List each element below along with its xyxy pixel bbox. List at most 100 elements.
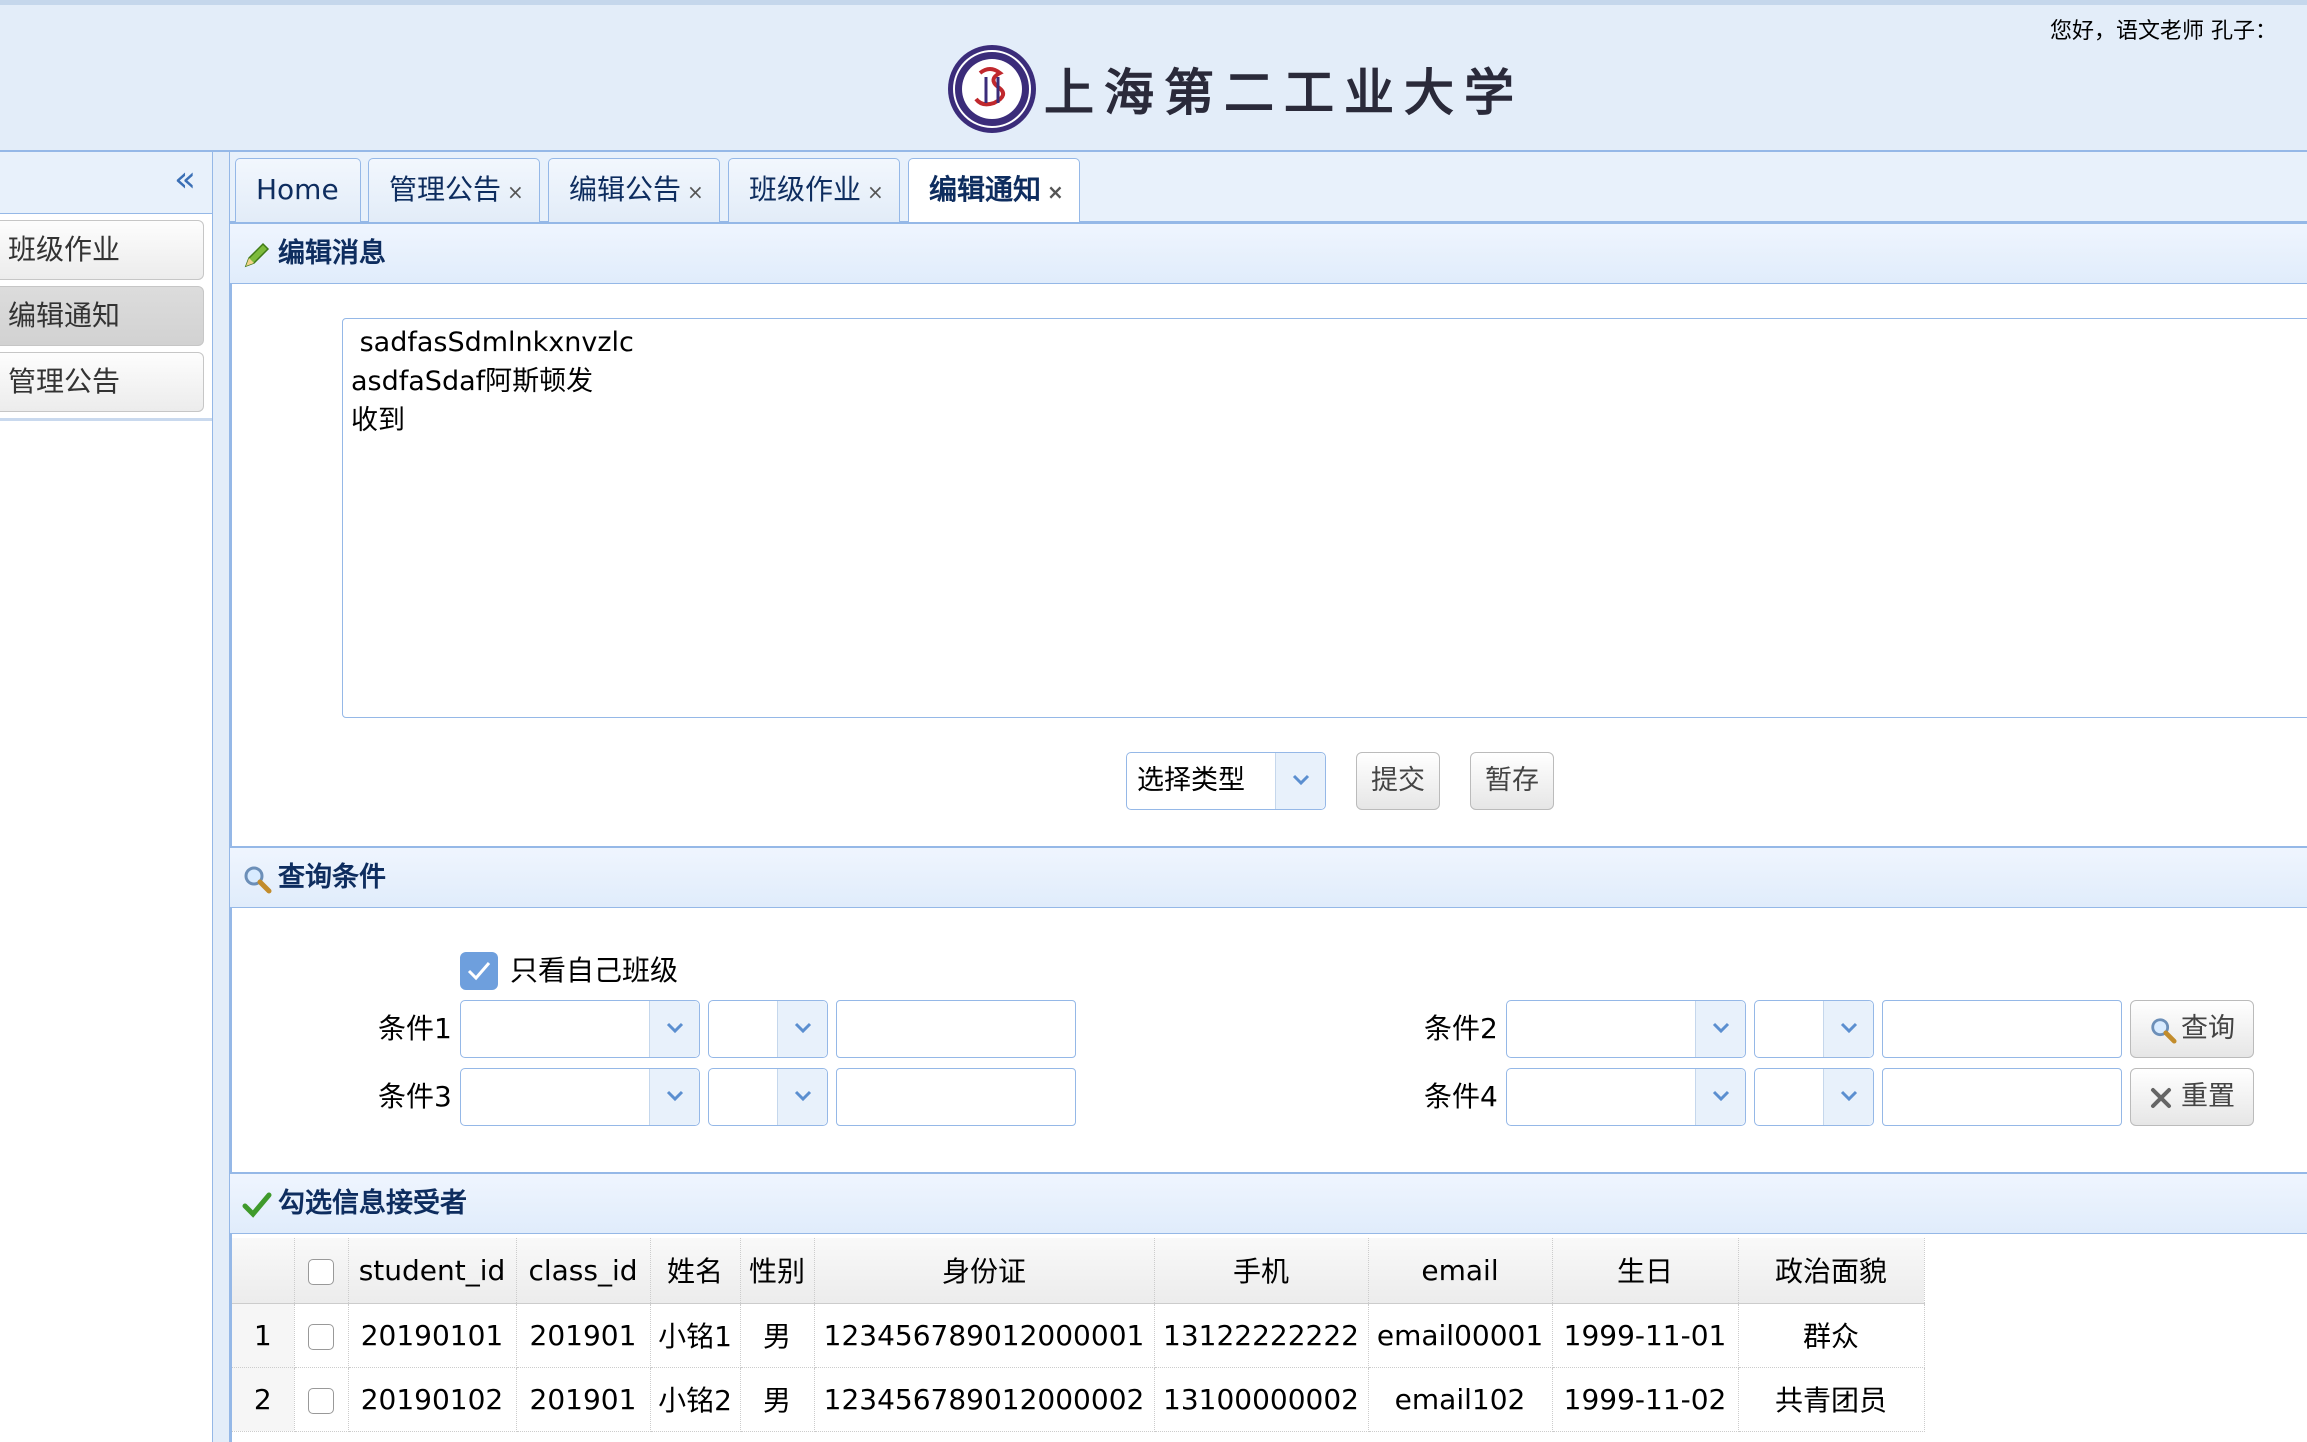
tab-home[interactable]: Home bbox=[235, 158, 361, 222]
pencil-icon bbox=[244, 242, 270, 267]
close-icon[interactable]: × bbox=[867, 180, 884, 204]
select-all-checkbox[interactable] bbox=[308, 1258, 334, 1285]
column-header[interactable]: email bbox=[1368, 1238, 1553, 1304]
close-icon[interactable]: × bbox=[687, 180, 704, 204]
row-checkbox[interactable] bbox=[308, 1323, 334, 1350]
dropdown-arrow[interactable] bbox=[777, 1069, 827, 1125]
dropdown-arrow[interactable] bbox=[1823, 1001, 1873, 1057]
condition-2-label: 条件2 bbox=[1424, 1012, 1498, 1045]
cell-name: 小铭2 bbox=[650, 1367, 741, 1432]
chevron-down-icon bbox=[666, 1090, 684, 1102]
select-all-header bbox=[294, 1238, 349, 1304]
user-greeting: 您好，语文老师 孔子： bbox=[2050, 19, 2277, 44]
chevron-down-icon bbox=[1840, 1022, 1858, 1034]
condition-3-field-select[interactable] bbox=[460, 1068, 700, 1126]
magnifier-icon bbox=[244, 866, 272, 893]
button-label: 重置 bbox=[2181, 1081, 2235, 1112]
condition-1-value-input[interactable] bbox=[836, 1000, 1076, 1058]
dropdown-arrow[interactable] bbox=[1695, 1001, 1745, 1057]
column-header[interactable]: 身份证 bbox=[814, 1238, 1155, 1304]
column-header[interactable]: 手机 bbox=[1154, 1238, 1369, 1304]
tab-manage-announcements[interactable]: 管理公告 × bbox=[368, 158, 540, 222]
cell-birthday: 1999-11-02 bbox=[1552, 1367, 1739, 1432]
close-icon[interactable]: × bbox=[507, 180, 524, 204]
sidebar-header: « bbox=[0, 152, 212, 214]
tab-label: 编辑通知 bbox=[929, 173, 1042, 206]
row-checkbox[interactable] bbox=[308, 1387, 334, 1414]
dropdown-arrow[interactable] bbox=[1695, 1069, 1745, 1125]
select-value: 选择类型 bbox=[1137, 765, 1245, 796]
condition-2-field-select[interactable] bbox=[1506, 1000, 1746, 1058]
cell-birthday: 1999-11-01 bbox=[1552, 1303, 1739, 1368]
sidebar-item-edit-notice[interactable]: 编辑通知 bbox=[0, 286, 204, 346]
column-header[interactable]: class_id bbox=[516, 1238, 651, 1304]
cell-class-id: 201901 bbox=[516, 1303, 651, 1368]
button-label: 查询 bbox=[2181, 1013, 2235, 1044]
condition-1-field-select[interactable] bbox=[460, 1000, 700, 1058]
tab-bar: Home 管理公告 × 编辑公告 × 班级作业 × 编辑通知 × bbox=[230, 152, 2307, 223]
tab-edit-notice[interactable]: 编辑通知 × bbox=[908, 158, 1080, 223]
recipients-table: student_id class_id 姓名 性别 身份证 手机 email 生… bbox=[232, 1238, 1925, 1432]
condition-3-operator-select[interactable] bbox=[708, 1068, 828, 1126]
dropdown-arrow[interactable] bbox=[777, 1001, 827, 1057]
query-panel-header: 查询条件 bbox=[230, 846, 2307, 908]
dropdown-arrow[interactable] bbox=[1823, 1069, 1873, 1125]
column-header[interactable]: 政治面貌 bbox=[1738, 1238, 1925, 1304]
own-class-only-label: 只看自己班级 bbox=[510, 954, 679, 987]
cell-gender: 男 bbox=[740, 1303, 815, 1368]
recipients-panel-header: 勾选信息接受者 bbox=[230, 1172, 2307, 1234]
message-type-select[interactable]: 选择类型 bbox=[1126, 752, 1326, 810]
condition-2-operator-select[interactable] bbox=[1754, 1000, 1874, 1058]
submit-button[interactable]: 提交 bbox=[1356, 752, 1440, 810]
column-header[interactable]: 姓名 bbox=[650, 1238, 741, 1304]
cell-student-id: 20190102 bbox=[348, 1367, 517, 1432]
condition-1-operator-select[interactable] bbox=[708, 1000, 828, 1058]
chevron-down-icon bbox=[1840, 1090, 1858, 1102]
cell-student-id: 20190101 bbox=[348, 1303, 517, 1368]
message-editor[interactable]: sadfasSdmlnkxnvzlc asdfaSdaf阿斯顿发 收到 bbox=[342, 318, 2307, 718]
condition-4-field-select[interactable] bbox=[1506, 1068, 1746, 1126]
condition-4-operator-select[interactable] bbox=[1754, 1068, 1874, 1126]
cell-class-id: 201901 bbox=[516, 1367, 651, 1432]
column-header[interactable]: 性别 bbox=[740, 1238, 815, 1304]
reset-button[interactable]: 重置 bbox=[2130, 1068, 2254, 1126]
column-header[interactable]: 生日 bbox=[1552, 1238, 1739, 1304]
tab-label: 管理公告 bbox=[389, 173, 502, 206]
university-logo: 上海第二工业大学 bbox=[946, 43, 1524, 135]
condition-3-label: 条件3 bbox=[378, 1080, 452, 1113]
edit-message-panel-header: 编辑消息 bbox=[230, 222, 2307, 284]
app-header: 您好，语文老师 孔子： 上海第二工业大学 bbox=[0, 0, 2307, 152]
condition-3-value-input[interactable] bbox=[836, 1068, 1076, 1126]
condition-1-label: 条件1 bbox=[378, 1012, 452, 1045]
condition-4-value-input[interactable] bbox=[1882, 1068, 2122, 1126]
table-row[interactable]: 2 20190102 201901 小铭2 男 1234567890120000… bbox=[232, 1367, 1925, 1432]
cell-gender: 男 bbox=[740, 1367, 815, 1432]
tab-class-homework[interactable]: 班级作业 × bbox=[728, 158, 900, 222]
panel-title: 勾选信息接受者 bbox=[278, 1188, 467, 1219]
tab-label: Home bbox=[256, 173, 339, 206]
cell-id-card: 123456789012000001 bbox=[814, 1303, 1155, 1368]
own-class-only-checkbox[interactable] bbox=[460, 952, 498, 990]
table-row[interactable]: 1 20190101 201901 小铭1 男 1234567890120000… bbox=[232, 1303, 1925, 1368]
condition-4-label: 条件4 bbox=[1424, 1080, 1498, 1113]
dropdown-arrow[interactable] bbox=[649, 1069, 699, 1125]
sidebar-item-manage-announcements[interactable]: 管理公告 bbox=[0, 352, 204, 412]
university-name: 上海第二工业大学 bbox=[1044, 63, 1524, 122]
sidebar-splitter[interactable] bbox=[213, 152, 230, 1442]
chevron-down-icon bbox=[1292, 774, 1310, 786]
column-header[interactable]: student_id bbox=[348, 1238, 517, 1304]
close-icon[interactable]: × bbox=[1047, 180, 1064, 204]
cell-political-status: 群众 bbox=[1738, 1303, 1925, 1368]
tab-edit-announcement[interactable]: 编辑公告 × bbox=[548, 158, 720, 222]
search-button[interactable]: 查询 bbox=[2130, 1000, 2254, 1058]
row-number: 2 bbox=[232, 1367, 295, 1432]
collapse-double-chevron-icon[interactable]: « bbox=[174, 162, 196, 198]
dropdown-arrow[interactable] bbox=[1275, 753, 1325, 809]
save-draft-button[interactable]: 暂存 bbox=[1470, 752, 1554, 810]
sidebar-item-class-homework[interactable]: 班级作业 bbox=[0, 220, 204, 280]
dropdown-arrow[interactable] bbox=[649, 1001, 699, 1057]
x-icon bbox=[2151, 1087, 2171, 1108]
cell-political-status: 共青团员 bbox=[1738, 1367, 1925, 1432]
cell-id-card: 123456789012000002 bbox=[814, 1367, 1155, 1432]
condition-2-value-input[interactable] bbox=[1882, 1000, 2122, 1058]
